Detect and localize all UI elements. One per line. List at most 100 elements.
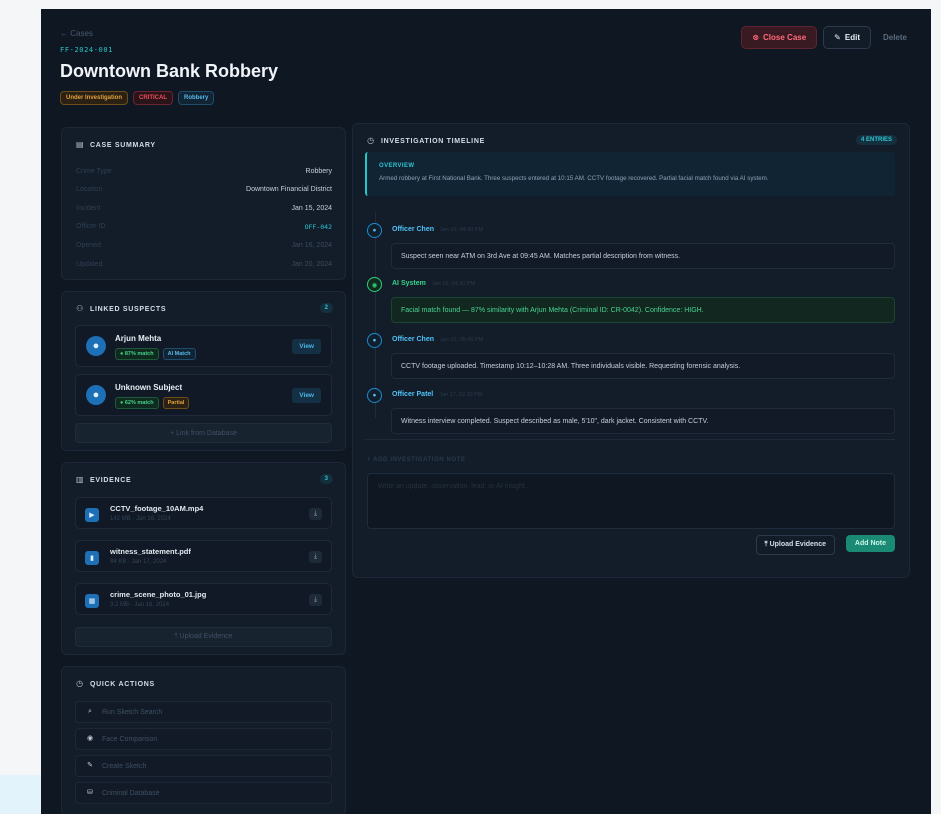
case-summary-panel: ▤ CASE SUMMARY Crime Type Robbery Locatio… <box>61 127 346 280</box>
timeline-title: INVESTIGATION TIMELINE <box>381 137 485 145</box>
suspect-name: Unknown Subject <box>115 383 183 392</box>
category-badge: Robbery <box>178 91 215 105</box>
case-id: FF-2024-001 <box>60 46 113 54</box>
summary-value: Downtown Financial District <box>246 186 332 193</box>
download-icon[interactable]: ⤓ <box>309 594 322 606</box>
entry-author: AI System <box>392 280 426 287</box>
ai-system-icon: ◉ <box>367 277 382 292</box>
add-note-title: + ADD INVESTIGATION NOTE <box>367 457 466 463</box>
close-circle-icon: ⊗ <box>752 33 760 42</box>
evidence-count-badge: 3 <box>319 474 333 484</box>
evidence-panel: ▥ EVIDENCE 3 ▶ CCTV_footage_10AM.mp4 142… <box>61 462 346 655</box>
summary-value: Robbery <box>305 168 332 175</box>
face-comparison-button[interactable]: ◉ Face Comparison <box>75 728 332 750</box>
avatar: ● <box>86 336 106 356</box>
entry-time: Jan 16, 04:00 PM <box>440 226 484 233</box>
status-badge: Under Investigation <box>60 91 129 105</box>
officer-icon: ● <box>367 333 382 348</box>
download-icon[interactable]: ⤓ <box>309 508 322 520</box>
upload-evidence-button[interactable]: ⤒ Upload Evidence <box>75 627 332 647</box>
file-meta: 142 MB · Jan 16, 2024 <box>110 516 171 522</box>
entry-time: Jan 16, 04:30 PM <box>431 280 475 287</box>
evidence-file[interactable]: ▶ CCTV_footage_10AM.mp4 142 MB · Jan 16,… <box>75 497 332 529</box>
action-label: Create Sketch <box>102 762 147 770</box>
divider <box>365 439 895 440</box>
match-type-badge: AI Match <box>162 348 196 360</box>
officer-icon: ● <box>367 388 382 403</box>
image-file-icon: ▦ <box>85 594 99 608</box>
action-label: Run Sketch Search <box>102 708 163 716</box>
entry-time: Jan 17, 02:30 PM <box>439 391 483 398</box>
summary-row: Officer ID OFF-042 <box>76 223 332 231</box>
clock-icon: ◷ <box>367 136 375 145</box>
suspect-name: Arjun Mehta <box>115 334 162 343</box>
suspect-badges: ● 87% match AI Match <box>115 348 196 360</box>
database-icon: ⛁ <box>87 789 93 796</box>
file-name: witness_statement.pdf <box>110 547 191 556</box>
criminal-database-button[interactable]: ⛁ Criminal Database <box>75 782 332 804</box>
back-to-cases-link[interactable]: ← Cases <box>60 29 93 38</box>
download-icon[interactable]: ⤓ <box>309 551 322 563</box>
quick-actions-title: QUICK ACTIONS <box>90 680 155 688</box>
summary-value: Jan 16, 2024 <box>291 242 332 249</box>
summary-key: Opened <box>76 242 101 249</box>
priority-badge: CRITICAL <box>133 91 174 105</box>
evidence-file[interactable]: ▦ crime_scene_photo_01.jpg 3.2 MB · Jan … <box>75 583 332 615</box>
create-sketch-button[interactable]: ✎ Create Sketch <box>75 755 332 777</box>
file-meta: 84 KB · Jan 17, 2024 <box>110 559 167 565</box>
summary-row: Location Downtown Financial District <box>76 186 332 193</box>
avatar: ● <box>86 385 106 405</box>
quick-actions-header: ◷ QUICK ACTIONS <box>76 680 155 688</box>
summary-row: Updated Jan 20, 2024 <box>76 261 332 268</box>
linked-suspects-panel: ⚇ LINKED SUSPECTS 2 ● Arjun Mehta ● 87% … <box>61 291 346 451</box>
evidence-file[interactable]: ▮ witness_statement.pdf 84 KB · Jan 17, … <box>75 540 332 572</box>
case-summary-title: CASE SUMMARY <box>90 141 156 149</box>
action-label: Face Comparison <box>102 735 158 743</box>
note-input[interactable]: Write an update, observation, lead, or A… <box>367 473 895 529</box>
close-case-button[interactable]: ⊗ Close Case <box>741 26 818 49</box>
link-from-database-button[interactable]: + Link from Database <box>75 423 332 443</box>
entries-count-badge: 4 ENTRIES <box>855 135 897 145</box>
suspect-card[interactable]: ● Arjun Mehta ● 87% match AI Match View <box>75 325 332 367</box>
entry-text: Suspect seen near ATM on 3rd Ave at 09:4… <box>391 243 895 269</box>
entry-header: AI System Jan 16, 04:30 PM <box>392 280 475 287</box>
case-overview: OVERVIEW Armed robbery at First National… <box>365 152 895 196</box>
view-suspect-button[interactable]: View <box>292 388 321 403</box>
entry-header: Officer Chen Jan 16, 04:00 PM <box>392 226 483 233</box>
entry-text: Witness interview completed. Suspect des… <box>391 408 895 434</box>
suspect-badges: ● 62% match Partial <box>115 397 190 409</box>
suspect-count-badge: 2 <box>319 303 333 313</box>
delete-button[interactable]: Delete <box>877 27 913 48</box>
evidence-header: ▥ EVIDENCE <box>76 476 131 484</box>
linked-suspects-header: ⚇ LINKED SUSPECTS <box>76 305 166 313</box>
suspect-card[interactable]: ● Unknown Subject ● 62% match Partial Vi… <box>75 374 332 416</box>
pencil-icon: ✎ <box>87 762 93 769</box>
upload-evidence-button[interactable]: ⤒ Upload Evidence <box>755 535 835 555</box>
clock-icon: ◷ <box>76 679 84 688</box>
entry-author: Officer Chen <box>392 226 435 233</box>
entry-author: Officer Chen <box>392 336 435 343</box>
entry-header: Officer Patel Jan 17, 02:30 PM <box>392 391 482 398</box>
run-sketch-search-button[interactable]: ⌕ Run Sketch Search <box>75 701 332 723</box>
entry-time: Jan 16, 05:45 PM <box>440 336 484 343</box>
view-suspect-button[interactable]: View <box>292 339 321 354</box>
summary-row: Opened Jan 16, 2024 <box>76 242 332 249</box>
add-note-button[interactable]: Add Note <box>845 535 895 552</box>
overview-text: Armed robbery at First National Bank. Th… <box>379 175 769 182</box>
edit-button[interactable]: ✎ Edit <box>823 26 871 49</box>
summary-row: Crime Type Robbery <box>76 168 332 175</box>
pencil-icon: ✎ <box>834 33 841 42</box>
header-actions: ⊗ Close Case ✎ Edit Delete <box>741 26 913 49</box>
case-tags: Under Investigation CRITICAL Robbery <box>60 91 215 105</box>
file-name: crime_scene_photo_01.jpg <box>110 590 207 599</box>
timeline-header: ◷ INVESTIGATION TIMELINE <box>367 137 485 145</box>
case-summary-header: ▤ CASE SUMMARY <box>76 141 156 149</box>
document-file-icon: ▮ <box>85 551 99 565</box>
summary-row: Incident Jan 15, 2024 <box>76 205 332 212</box>
evidence-title: EVIDENCE <box>90 476 132 484</box>
entry-author: Officer Patel <box>392 391 434 398</box>
summary-key: Updated <box>76 261 103 268</box>
match-badge: ● 62% match <box>115 397 159 409</box>
face-icon: ◉ <box>86 735 94 742</box>
linked-suspects-title: LINKED SUSPECTS <box>90 305 167 313</box>
